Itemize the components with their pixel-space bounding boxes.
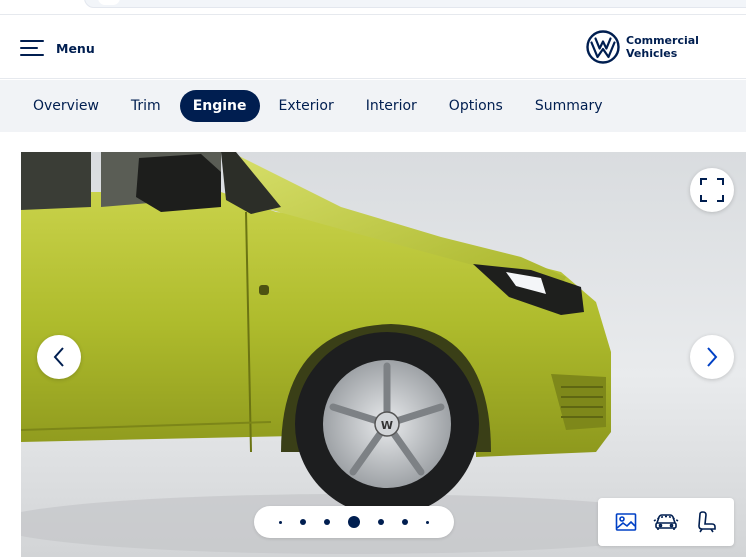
tab-overview[interactable]: Overview bbox=[20, 90, 112, 122]
tab-options[interactable]: Options bbox=[436, 90, 516, 122]
vehicle-image-viewer: W bbox=[21, 152, 746, 557]
tab-engine[interactable]: Engine bbox=[179, 90, 260, 122]
tab-interior[interactable]: Interior bbox=[353, 90, 430, 122]
tab-trim[interactable]: Trim bbox=[118, 90, 174, 122]
brand-line-2: Vehicles bbox=[626, 47, 678, 60]
slide-dot-2[interactable] bbox=[300, 519, 306, 525]
menu-button[interactable]: Menu bbox=[20, 37, 95, 59]
exterior-view-button[interactable] bbox=[652, 508, 680, 536]
slide-dot-5[interactable] bbox=[378, 519, 384, 525]
chevron-left-icon bbox=[53, 347, 64, 367]
image-icon bbox=[615, 513, 637, 531]
next-image-button[interactable] bbox=[690, 335, 734, 379]
slide-dot-3[interactable] bbox=[324, 519, 330, 525]
fullscreen-button[interactable] bbox=[690, 168, 734, 212]
gallery-view-button[interactable] bbox=[612, 508, 640, 536]
slide-indicator bbox=[254, 506, 454, 538]
browser-top-strip bbox=[0, 0, 746, 15]
brand-name: Commercial Vehicles bbox=[626, 34, 699, 60]
tab-exterior[interactable]: Exterior bbox=[266, 90, 347, 122]
car-seat-icon bbox=[698, 511, 716, 533]
slide-dot-1[interactable] bbox=[279, 520, 282, 524]
tab-summary[interactable]: Summary bbox=[522, 90, 616, 122]
previous-image-button[interactable] bbox=[37, 335, 81, 379]
slide-dot-4-active[interactable] bbox=[348, 516, 360, 528]
fullscreen-icon bbox=[700, 178, 724, 202]
step-tabs: Overview Trim Engine Exterior Interior O… bbox=[20, 90, 621, 122]
vw-logo-icon bbox=[586, 30, 620, 64]
interior-view-button[interactable] bbox=[692, 508, 720, 536]
car-exterior-icon bbox=[653, 514, 679, 530]
slide-dot-6[interactable] bbox=[402, 519, 408, 525]
configurator-step-nav: Overview Trim Engine Exterior Interior O… bbox=[0, 80, 746, 132]
site-header: Menu Commercial Vehicles bbox=[0, 15, 746, 79]
menu-label: Menu bbox=[56, 40, 95, 56]
address-bar-button[interactable] bbox=[98, 0, 120, 5]
hamburger-icon bbox=[20, 39, 44, 57]
brand-line-1: Commercial bbox=[626, 34, 699, 47]
brand-logo-link[interactable]: Commercial Vehicles bbox=[586, 30, 699, 64]
view-mode-switcher bbox=[598, 498, 734, 546]
vehicle-image: W bbox=[21, 152, 746, 557]
svg-text:W: W bbox=[381, 419, 393, 432]
chevron-right-icon bbox=[707, 347, 718, 367]
address-bar[interactable] bbox=[84, 0, 746, 8]
slide-dot-7[interactable] bbox=[426, 520, 429, 524]
